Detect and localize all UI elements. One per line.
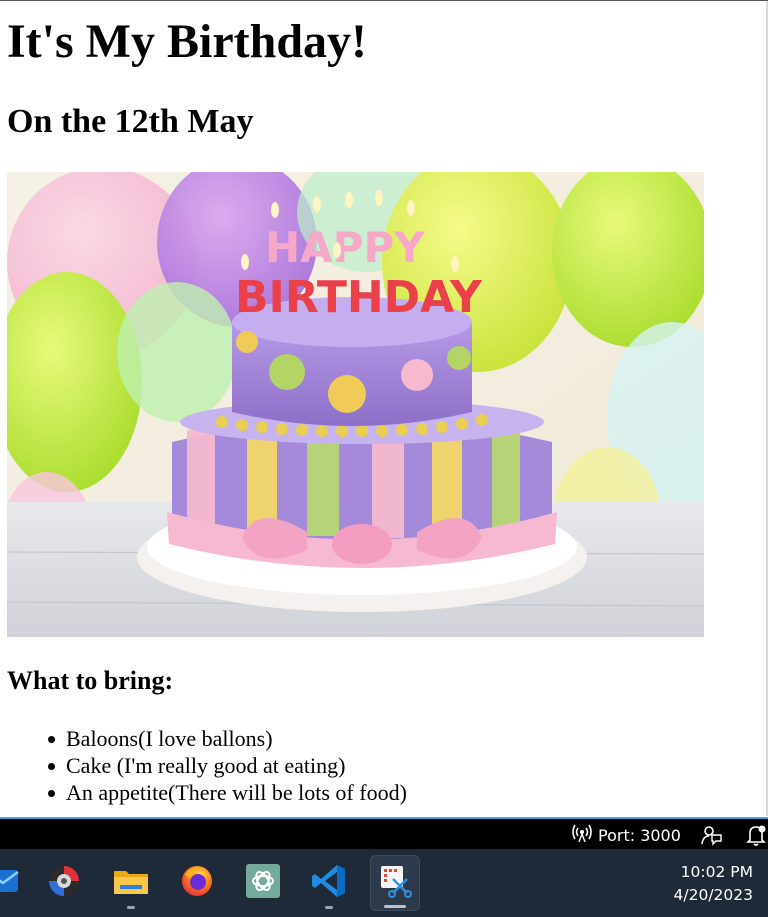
vscode-icon <box>311 863 347 904</box>
running-indicator <box>325 906 333 909</box>
snipping-tool-icon <box>377 863 413 904</box>
cake-text-happy: HAPPY <box>265 223 425 272</box>
windows-taskbar: 10:02 PM 4/20/2023 <box>0 849 768 917</box>
page-subtitle: On the 12th May <box>7 103 254 140</box>
folder-icon <box>112 865 150 902</box>
bell-icon[interactable] <box>744 823 768 847</box>
feedback-icon[interactable] <box>700 824 722 846</box>
taskbar-app-file-explorer[interactable] <box>106 855 156 911</box>
taskbar-app-vscode[interactable] <box>304 855 354 911</box>
page-title: It's My Birthday! <box>7 15 367 68</box>
taskbar-app-mail[interactable] <box>0 855 28 911</box>
mail-icon <box>0 866 20 901</box>
list-item: Cake (I'm really good at eating) <box>48 752 407 779</box>
broadcast-icon <box>572 824 592 846</box>
list-item: An appetite(There will be lots of food) <box>48 780 407 805</box>
firefox-icon <box>179 863 215 904</box>
clock-date: 4/20/2023 <box>673 886 753 904</box>
editor-status-bar: Port: 3000 <box>0 817 768 849</box>
system-clock[interactable]: 10:02 PM 4/20/2023 <box>674 861 753 907</box>
taskbar-app-firefox[interactable] <box>172 855 222 911</box>
disc-app-icon <box>46 863 82 904</box>
web-page: It's My Birthday! On the 12th May HAPPY … <box>0 1 768 817</box>
clock-time: 10:02 PM <box>680 863 753 881</box>
port-label: Port: 3000 <box>598 825 681 845</box>
bring-heading: What to bring: <box>7 666 174 695</box>
running-indicator <box>127 906 135 909</box>
taskbar-app-chatgpt[interactable] <box>238 855 288 911</box>
birthday-cake-image: HAPPY BIRTHDAY <box>7 172 704 637</box>
port-status-item[interactable]: Port: 3000 <box>572 823 681 847</box>
taskbar-app-disc[interactable] <box>39 855 89 911</box>
cake-text-birthday: BIRTHDAY <box>235 272 483 323</box>
active-indicator <box>384 905 406 908</box>
list-item: Baloons(I love ballons) <box>48 725 407 752</box>
chatgpt-icon <box>245 863 281 904</box>
taskbar-app-snipping-tool[interactable] <box>370 855 420 911</box>
bring-list: Baloons(I love ballons) Cake (I'm really… <box>48 725 407 806</box>
